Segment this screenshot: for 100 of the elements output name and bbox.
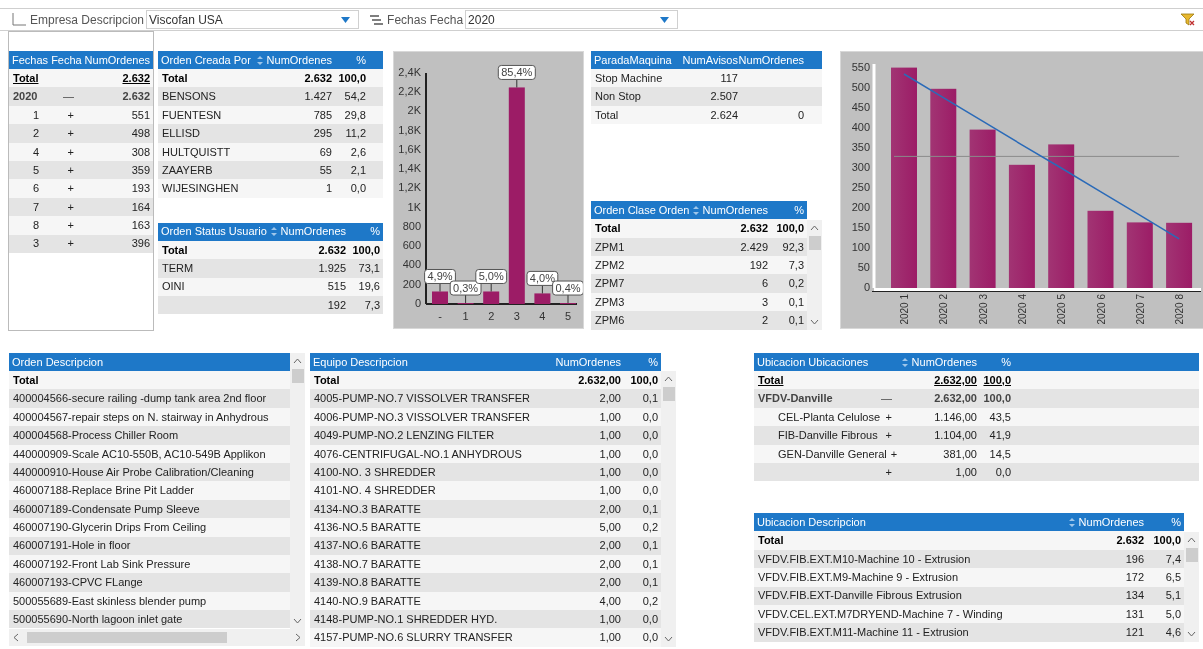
column-header[interactable]: Orden Clase Orden [594, 201, 690, 219]
table-row[interactable]: 460007193-CPVC FLange [9, 573, 290, 592]
expand-toggle[interactable]: + [63, 106, 78, 124]
table-row[interactable]: WIJESINGHEN 1 0,0 [158, 179, 383, 198]
column-header[interactable]: NumOrdenes [555, 353, 621, 371]
scroll-thumb[interactable] [808, 235, 821, 250]
column-header[interactable]: NumOrdenes [266, 51, 332, 69]
table-row[interactable]: 400004566-secure railing -dump tank area 2nd floor [9, 389, 290, 408]
table-row[interactable]: 4148-PUMP-NO.1 SHREDDER HYD. 1,00 0,0 [310, 610, 661, 629]
table-row[interactable]: Total 2.632 100,0 [591, 219, 807, 238]
column-header[interactable]: NumAvisos [682, 51, 738, 69]
scrollbar[interactable] [807, 219, 822, 330]
column-header[interactable]: Orden Status Usuario [161, 223, 267, 240]
expand-toggle[interactable]: + [63, 125, 78, 142]
expand-toggle[interactable]: + [63, 235, 78, 252]
table-row[interactable]: 2 + 498 [9, 124, 153, 143]
column-header[interactable]: % [370, 223, 380, 240]
table-row[interactable]: Total 2.632,00 100,0 [310, 371, 661, 390]
table-row[interactable]: 4139-NO.8 BARATTE 2,00 0,1 [310, 573, 661, 592]
column-header[interactable]: % [794, 201, 804, 219]
table-row[interactable]: Stop Machine 117 [591, 69, 822, 88]
scrollbar[interactable] [1184, 531, 1199, 642]
expand-toggle[interactable]: + [63, 161, 78, 179]
column-header[interactable]: Orden Descripcion [12, 353, 104, 371]
table-row[interactable]: 500055690-North lagoon inlet gate [9, 610, 290, 629]
table-row[interactable]: Total 2.632 100,0 [754, 531, 1184, 550]
scroll-left-icon[interactable] [13, 633, 19, 642]
table-row[interactable]: 4101-NO. 4 SHREDDER 1,00 0,0 [310, 481, 661, 500]
table-row[interactable]: 8 + 163 [9, 216, 153, 235]
scroll-down-icon[interactable] [1187, 630, 1196, 637]
expand-toggle[interactable]: — [877, 390, 896, 407]
table-row[interactable]: VFDV.FIB.EXT.M11-Machine 11 - Extrusion 121 4,6 [754, 623, 1184, 642]
column-header[interactable]: NumOrdenes [911, 353, 977, 371]
expand-toggle[interactable]: — [59, 88, 78, 105]
table-row[interactable]: BENSONS 1.427 54,2 [158, 87, 383, 106]
table-row[interactable]: Total 2.632 [9, 69, 153, 88]
table-row[interactable]: Total 2.632,00 100,0 [754, 371, 1199, 390]
column-header[interactable]: Ubicacion Descripcion [757, 514, 866, 531]
column-header[interactable]: % [356, 51, 366, 69]
table-row[interactable]: Total 2.632 100,0 [158, 69, 383, 88]
column-header[interactable]: % [648, 353, 658, 371]
scroll-up-icon[interactable] [1187, 536, 1196, 543]
sort-icon[interactable] [256, 55, 263, 65]
sort-icon[interactable] [1068, 517, 1075, 527]
table-row[interactable]: ELLISD 295 11,2 [158, 124, 383, 143]
column-header[interactable]: NumOrdenes [738, 51, 804, 69]
table-row[interactable]: ZPM7 6 0,2 [591, 274, 807, 293]
column-header[interactable]: Ubicacion Ubicaciones [757, 353, 869, 371]
scrollbar[interactable] [9, 629, 305, 646]
expand-toggle[interactable]: + [881, 427, 896, 444]
table-row[interactable]: 460007190-Glycerin Drips From Ceiling [9, 518, 290, 537]
scroll-up-icon[interactable] [664, 375, 673, 382]
sort-icon[interactable] [270, 227, 277, 237]
expand-toggle[interactable]: + [881, 408, 896, 426]
sort-icon[interactable] [901, 357, 908, 367]
funnel-icon[interactable] [1181, 13, 1195, 26]
column-header[interactable]: Equipo Descripcion [313, 353, 408, 371]
table-row[interactable]: VFDV.FIB.EXT.M9-Machine 9 - Extrusion 172 6,5 [754, 568, 1184, 587]
table-row[interactable]: Non Stop 2.507 [591, 87, 822, 106]
scroll-thumb[interactable] [662, 386, 675, 401]
column-header[interactable]: Orden Creada Por [161, 51, 251, 69]
table-row[interactable]: 4136-NO.5 BARATTE 5,00 0,2 [310, 518, 661, 537]
scrollbar[interactable] [661, 370, 676, 647]
expand-toggle[interactable]: + [63, 198, 78, 216]
scroll-thumb[interactable] [1185, 547, 1198, 562]
expand-toggle[interactable]: + [63, 180, 78, 197]
table-row[interactable]: TERM 1.925 73,1 [158, 259, 383, 278]
expand-toggle[interactable]: + [63, 217, 78, 234]
scroll-right-icon[interactable] [295, 633, 301, 642]
table-row[interactable]: 4157-PUMP-NO.6 SLURRY TRANSFER 1,00 0,0 [310, 628, 661, 647]
expand-toggle[interactable]: + [63, 143, 78, 160]
column-header[interactable]: ParadaMaquina [594, 51, 672, 69]
table-row[interactable]: VFDV-Danville — 2.632,00 100,0 [754, 389, 1199, 408]
scroll-up-icon[interactable] [810, 224, 819, 231]
table-row[interactable]: 460007188-Replace Brine Pit Ladder [9, 481, 290, 500]
scroll-up-icon[interactable] [293, 358, 302, 364]
table-row[interactable]: FIB-Danville Fibrous + 1.104,00 41,9 [754, 426, 1199, 445]
table-row[interactable]: 4049-PUMP-NO.2 LENZING FILTER 1,00 0,0 [310, 426, 661, 445]
table-row[interactable]: ZPM6 2 0,1 [591, 311, 807, 330]
table-row[interactable]: 4005-PUMP-NO.7 VISSOLVER TRANSFER 2,00 0,1 [310, 389, 661, 408]
column-header[interactable]: Fechas Fecha [12, 51, 82, 69]
scroll-down-icon[interactable] [293, 618, 302, 624]
column-header[interactable]: NumOrdenes [280, 223, 346, 240]
column-header[interactable]: % [1001, 353, 1011, 371]
table-row[interactable]: 6 + 193 [9, 179, 153, 198]
sort-icon[interactable] [692, 205, 699, 215]
scroll-down-icon[interactable] [810, 318, 819, 325]
column-header[interactable]: % [1171, 514, 1181, 531]
table-row[interactable]: 400004568-Process Chiller Room [9, 426, 290, 445]
filter-dropdown[interactable]: 2020 [465, 10, 679, 29]
expand-toggle[interactable]: + [881, 463, 896, 481]
filter-dropdown[interactable]: Viscofan USA [146, 10, 360, 29]
column-header[interactable]: NumOrdenes [702, 201, 768, 219]
column-header[interactable]: NumOrdenes [84, 51, 150, 69]
table-row[interactable]: 2020 — 2.632 [9, 87, 153, 106]
scroll-down-icon[interactable] [664, 635, 673, 642]
column-header[interactable]: NumOrdenes [1078, 514, 1144, 531]
expand-toggle[interactable]: + [886, 445, 902, 462]
scroll-thumb[interactable] [291, 369, 304, 383]
scrollbar[interactable] [290, 353, 305, 629]
